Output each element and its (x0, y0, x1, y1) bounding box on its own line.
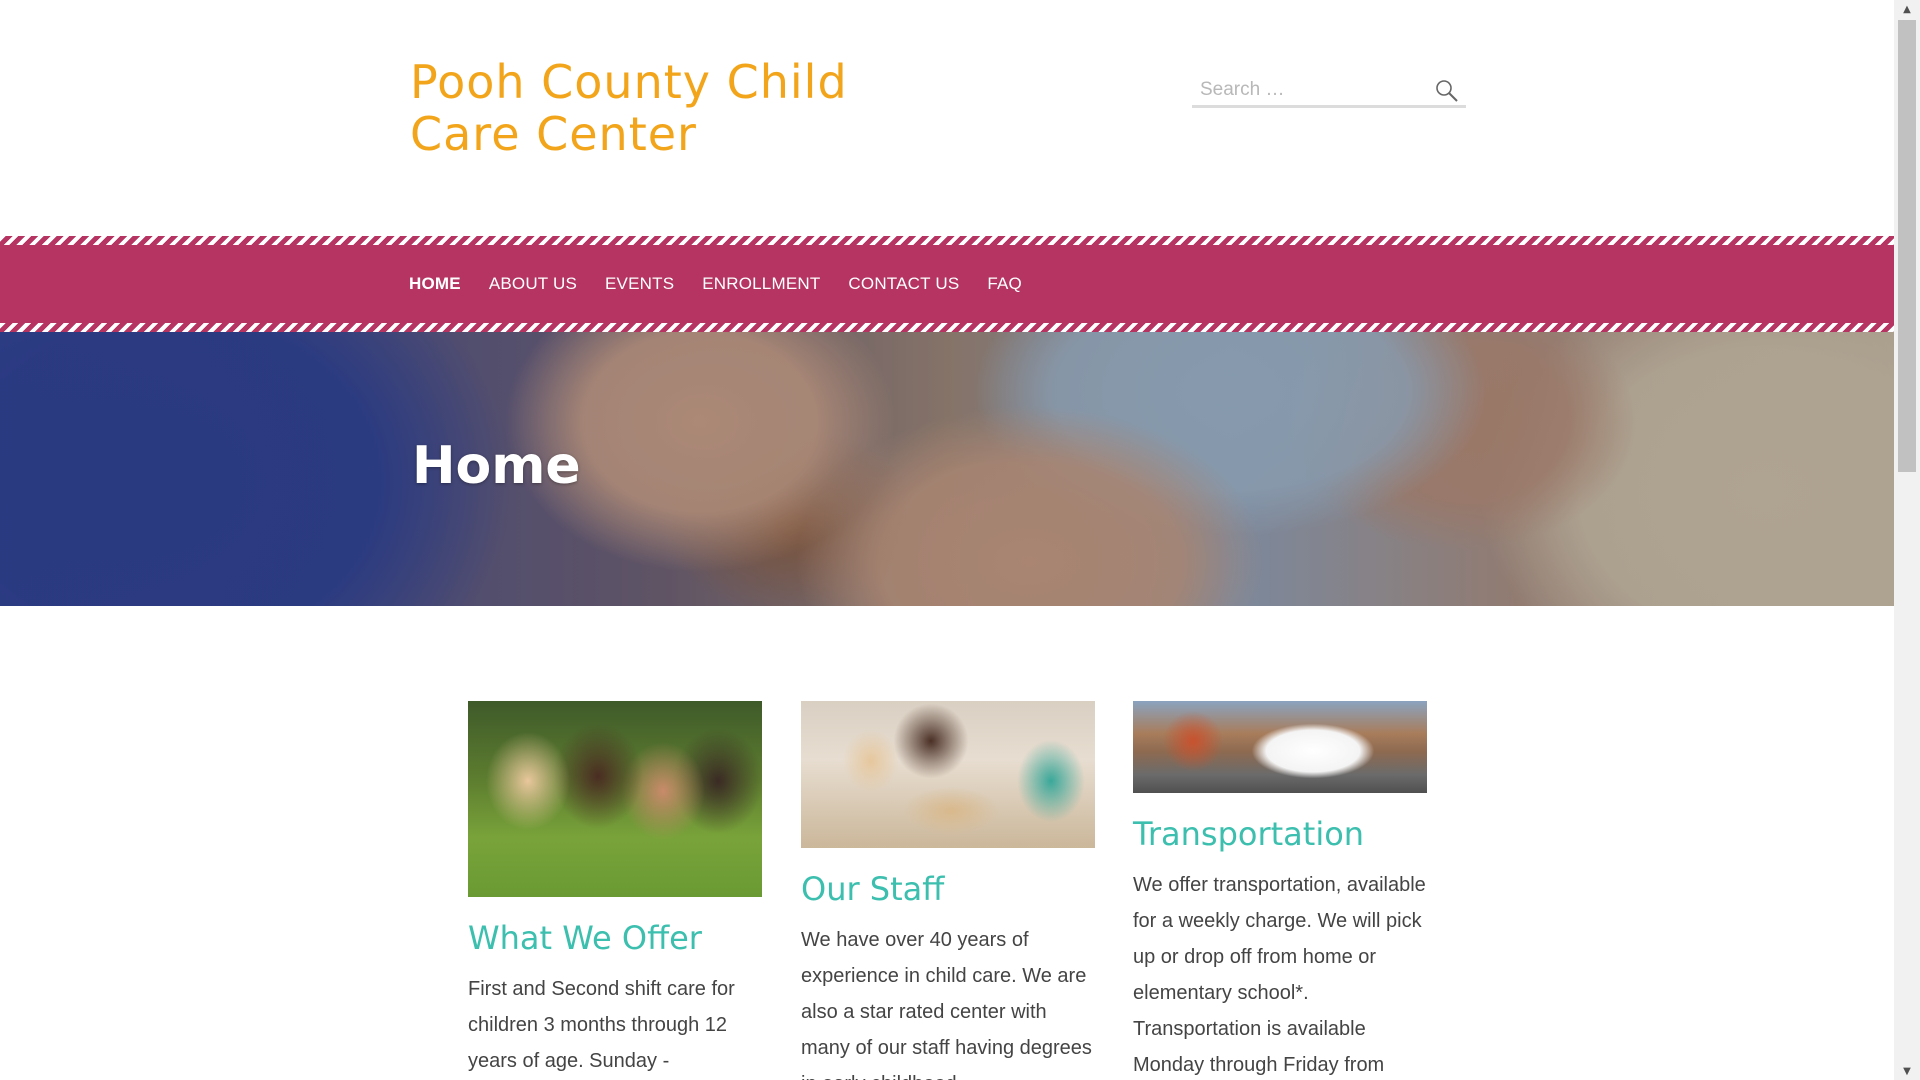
search-icon[interactable] (1434, 78, 1460, 104)
nav-stripe-bottom (0, 323, 1894, 332)
site-title[interactable]: Pooh County Child Care Center (410, 56, 930, 160)
search-form (1192, 72, 1466, 108)
feature-title: Transportation (1133, 815, 1365, 853)
hero-banner-image: Home (0, 332, 1894, 606)
feature-text: First and Second shift care for children… (468, 978, 735, 1072)
feature-transportation: Transportation We offer transportation, … (1133, 701, 1427, 1080)
feature-text: We have over 40 years of experience in c… (801, 929, 1092, 1080)
page-scrollbar[interactable]: ▲ ▼ (1894, 0, 1920, 1080)
scroll-down-arrow-icon[interactable]: ▼ (1894, 1062, 1920, 1080)
feature-title: Our Staff (801, 870, 945, 908)
feature-text: We offer transportation, available for a… (1133, 874, 1426, 1076)
scrollbar-thumb[interactable] (1898, 20, 1916, 472)
search-input[interactable] (1192, 76, 1422, 104)
nav-item-home[interactable]: HOME (409, 274, 461, 294)
feature-our-staff: Our Staff We have over 40 years of exper… (801, 701, 1095, 1080)
nav-item-contact-us[interactable]: CONTACT US (848, 274, 959, 294)
hero-overlay (0, 332, 1894, 606)
teacher-with-children-photo (801, 701, 1095, 848)
school-bus-photo (1133, 701, 1427, 793)
nav-item-enrollment[interactable]: ENROLLMENT (702, 274, 820, 294)
nav-item-about-us[interactable]: ABOUT US (489, 274, 577, 294)
nav-stripe-top (0, 236, 1894, 245)
page-title: Home (412, 436, 581, 496)
nav-item-events[interactable]: EVENTS (605, 274, 674, 294)
nav-item-faq[interactable]: FAQ (987, 274, 1022, 294)
feature-what-we-offer: What We Offer First and Second shift car… (468, 701, 762, 1079)
children-reading-photo (468, 701, 762, 897)
feature-title: What We Offer (468, 919, 702, 957)
main-navigation: HOME ABOUT US EVENTS ENROLLMENT CONTACT … (0, 236, 1894, 332)
scroll-up-arrow-icon[interactable]: ▲ (1894, 0, 1920, 18)
